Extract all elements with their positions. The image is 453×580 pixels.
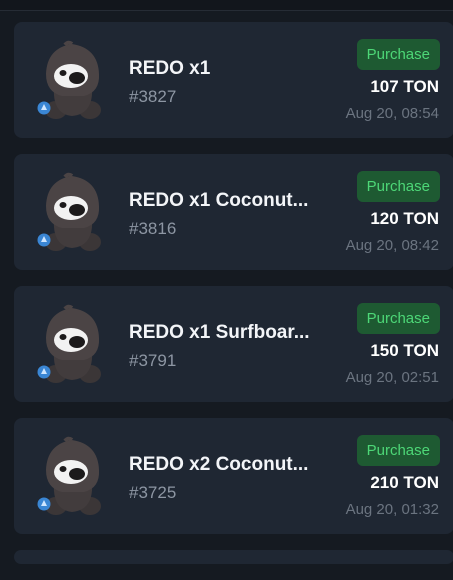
- listing-price: 210 TON: [370, 473, 439, 492]
- listing-list: REDO x1 #3827 Purchase 107 TON Aug 20, 0…: [14, 22, 453, 580]
- listing-title: REDO x1 Surfboar...: [129, 322, 310, 343]
- listing-date: Aug 20, 08:54: [345, 105, 439, 122]
- listing-price: 120 TON: [370, 209, 439, 228]
- hooded-character-icon: [35, 172, 103, 253]
- listing-date: Aug 20, 01:32: [345, 501, 439, 518]
- hooded-character-icon: [35, 40, 103, 121]
- listing-number: #3816: [129, 219, 177, 238]
- listing-number: #3725: [129, 483, 177, 502]
- purchase-button[interactable]: Purchase: [356, 171, 440, 202]
- top-bar: [0, 0, 453, 11]
- purchase-button[interactable]: Purchase: [356, 39, 440, 70]
- listing-card[interactable]: REDO x2 Coconut... #3725 Purchase 210 TO…: [14, 418, 453, 534]
- listing-card[interactable]: REDO x1 Coconut... #3816 Purchase 120 TO…: [14, 154, 453, 270]
- listing-price: 107 TON: [370, 77, 439, 96]
- listing-title: REDO x2 Coconut...: [129, 454, 309, 475]
- hooded-character-icon: [35, 436, 103, 517]
- listing-title: REDO x1: [129, 58, 211, 79]
- listing-card[interactable]: REDO x1 Surfboar... #3791 Purchase 150 T…: [14, 286, 453, 402]
- listing-number: #3791: [129, 351, 177, 370]
- listing-date: Aug 20, 08:42: [345, 237, 439, 254]
- listing-number: #3827: [129, 87, 177, 106]
- purchase-button[interactable]: Purchase: [356, 435, 440, 466]
- listing-card-partial[interactable]: [14, 550, 453, 564]
- listing-date: Aug 20, 02:51: [345, 369, 439, 386]
- listing-card[interactable]: REDO x1 #3827 Purchase 107 TON Aug 20, 0…: [14, 22, 453, 138]
- listing-price: 150 TON: [370, 341, 439, 360]
- purchase-button[interactable]: Purchase: [356, 303, 440, 334]
- listing-title: REDO x1 Coconut...: [129, 190, 309, 211]
- hooded-character-icon: [35, 304, 103, 385]
